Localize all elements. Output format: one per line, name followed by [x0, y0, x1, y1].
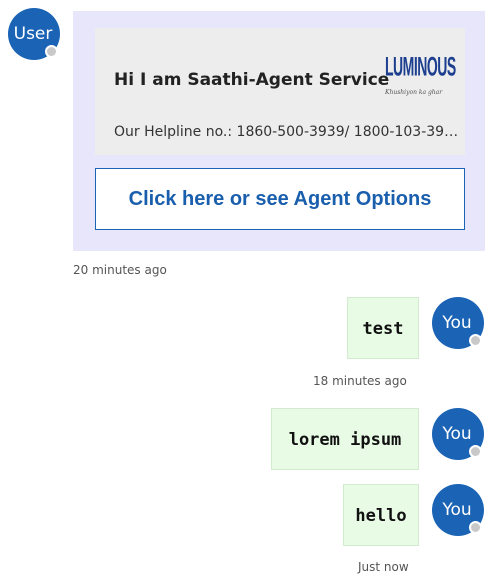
bot-message-card: Hi I am Saathi-Agent Service LUMINOUS Kh…: [73, 11, 485, 251]
user-avatar: You: [432, 408, 484, 460]
presence-indicator: [469, 334, 482, 347]
logo-brand: LUMINOUS: [385, 51, 456, 82]
helpline-text: Our Helpline no.: 1860-500-3939/ 1800-10…: [114, 124, 459, 140]
presence-indicator: [469, 521, 482, 534]
user-message-bubble: test: [347, 297, 419, 359]
user-avatar-label: You: [442, 313, 472, 333]
bot-message-timestamp: 20 minutes ago: [73, 263, 167, 277]
agent-options-button[interactable]: Click here or see Agent Options: [95, 168, 465, 230]
presence-indicator: [469, 445, 482, 458]
card-title: Hi I am Saathi-Agent Service: [114, 70, 390, 90]
chat-transcript: User Hi I am Saathi-Agent Service LUMINO…: [0, 0, 494, 585]
bot-avatar: User: [8, 8, 60, 60]
user-message-bubble: lorem ipsum: [271, 408, 419, 470]
user-avatar-label: You: [442, 424, 472, 444]
user-message-bubble: hello: [343, 484, 419, 546]
presence-indicator: [45, 45, 58, 58]
bot-avatar-label: User: [13, 24, 53, 44]
logo-tagline: Khushiyon ka ghar: [385, 89, 443, 96]
user-avatar-label: You: [442, 500, 472, 520]
user-avatar: You: [432, 484, 484, 536]
luminous-logo: LUMINOUS Khushiyon ka ghar: [385, 51, 456, 103]
hero-card: Hi I am Saathi-Agent Service LUMINOUS Kh…: [95, 28, 465, 155]
user-message-timestamp: 18 minutes ago: [313, 374, 407, 388]
user-message-timestamp: Just now: [358, 560, 409, 574]
user-avatar: You: [432, 297, 484, 349]
